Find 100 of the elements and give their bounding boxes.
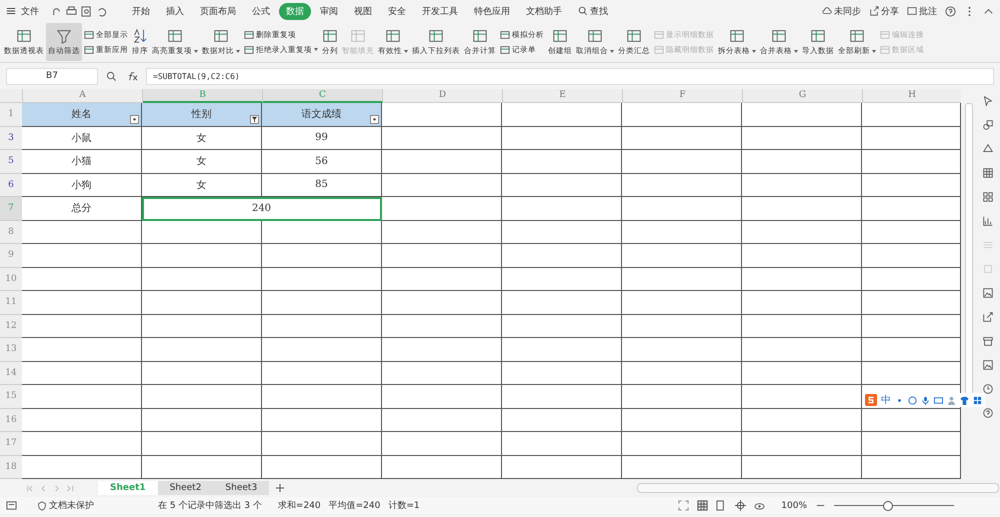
horizontal-scrollbar[interactable] — [637, 483, 1000, 493]
file-menu[interactable]: 文件 — [6, 4, 39, 18]
table-icon — [729, 28, 745, 44]
s-logo-icon[interactable] — [865, 394, 877, 406]
sheet-tab[interactable]: Sheet2 — [158, 481, 214, 495]
clock-icon[interactable] — [982, 383, 994, 395]
cell-text: 99 — [315, 132, 328, 144]
table-icon — [500, 44, 510, 54]
macro-icon[interactable] — [6, 500, 17, 511]
table-icon — [322, 28, 338, 44]
cell-text: 小猫 — [72, 154, 92, 168]
menu-tab[interactable]: 开始 — [125, 2, 157, 20]
share-button[interactable]: 分享 — [869, 4, 899, 18]
sync-button[interactable]: 未同步 — [822, 4, 861, 18]
cloud-icon — [822, 6, 832, 16]
table-icon — [84, 30, 94, 40]
preview-icon[interactable] — [81, 6, 92, 16]
formula-field[interactable]: =SUBTOTAL(9,C2:C6) — [146, 68, 994, 84]
fullscreen-icon[interactable] — [678, 500, 690, 511]
filter-button[interactable] — [370, 114, 379, 124]
cell-text: 小鼠 — [72, 132, 92, 145]
filter-button[interactable] — [250, 114, 259, 124]
cell-text: 女 — [196, 178, 206, 192]
menu-tab[interactable]: 安全 — [381, 2, 413, 20]
cell-text: 语文成绩 — [302, 108, 342, 122]
search-button[interactable]: 查找 — [571, 2, 615, 20]
grid-view-icon[interactable] — [697, 500, 708, 511]
shield-icon — [37, 500, 47, 510]
shapes-icon[interactable] — [982, 119, 994, 131]
table-icon — [500, 30, 510, 40]
menu-tab[interactable]: 文档助手 — [519, 2, 569, 20]
table-icon — [880, 30, 890, 40]
cell-text: 性别 — [192, 108, 212, 122]
table-icon — [167, 28, 183, 44]
count-status: 计数=1 — [388, 500, 420, 512]
menu-tab[interactable]: 开发工具 — [415, 2, 465, 20]
filter-status: 在 5 个记录中筛选出 3 个 — [158, 500, 262, 512]
cell-text: 姓名 — [72, 108, 92, 122]
search-icon — [578, 6, 588, 16]
box-icon[interactable] — [982, 335, 994, 347]
crosshair-icon[interactable] — [735, 500, 746, 511]
menu-tab[interactable]: 页面布局 — [193, 2, 243, 20]
menu-tab[interactable]: 审阅 — [313, 2, 345, 20]
column-header[interactable]: G — [743, 89, 863, 103]
caret-icon — [131, 116, 138, 122]
protection-status[interactable]: 文档未保护 — [37, 499, 94, 512]
grid-icon[interactable] — [982, 191, 994, 203]
picture-icon[interactable] — [982, 287, 994, 299]
help-icon[interactable] — [982, 407, 994, 419]
table-icon — [654, 30, 664, 40]
grid-icon[interactable] — [973, 396, 982, 404]
table-icon[interactable] — [982, 167, 994, 179]
table-icon — [810, 28, 826, 44]
column-header[interactable]: E — [503, 89, 623, 103]
printer-icon[interactable] — [66, 6, 77, 16]
sheet-tab[interactable]: Sheet3 — [213, 481, 270, 495]
row-header[interactable]: 3 — [0, 126, 22, 150]
help-icon[interactable] — [945, 6, 956, 16]
table-icon — [244, 44, 254, 54]
menu-tab[interactable]: 公式 — [245, 2, 277, 20]
zoom-level[interactable]: 100% — [781, 500, 807, 510]
column-header[interactable]: F — [623, 89, 743, 103]
comment-button[interactable]: 批注 — [907, 4, 937, 18]
table-icon — [626, 28, 642, 44]
share-icon[interactable] — [982, 311, 994, 323]
table-icon — [385, 28, 401, 44]
eye-icon[interactable] — [754, 500, 766, 511]
picture-icon[interactable] — [982, 359, 994, 371]
column-header[interactable]: D — [383, 89, 503, 103]
undo-icon[interactable] — [96, 6, 107, 16]
chart-icon[interactable] — [982, 215, 994, 227]
cell-text: 小狗 — [72, 178, 92, 192]
table-icon — [880, 44, 890, 54]
filter-icon — [251, 116, 258, 122]
cell-text: 总分 — [72, 202, 92, 216]
row-header[interactable]: 6 — [0, 174, 22, 197]
table-icon — [213, 28, 229, 44]
table-icon — [16, 28, 32, 44]
redo-icon[interactable] — [51, 6, 62, 16]
row-header[interactable]: 5 — [0, 150, 22, 174]
menu-tab[interactable]: 插入 — [159, 2, 191, 20]
average-status: 平均值=240 — [328, 500, 380, 512]
shirt-icon[interactable] — [960, 396, 969, 404]
sum-status: 求和=240 — [278, 500, 321, 512]
menu-tab[interactable]: 视图 — [347, 2, 379, 20]
cell-text: 女 — [196, 132, 206, 145]
menu-tab[interactable]: 特色应用 — [467, 2, 517, 20]
input-mode-button[interactable]: 中 — [881, 393, 891, 407]
slider-thumb[interactable] — [883, 500, 893, 510]
caret-icon — [371, 116, 378, 122]
add-icon[interactable] — [275, 483, 286, 493]
filter-button[interactable] — [130, 114, 139, 124]
menu-icon — [6, 6, 16, 16]
table-icon — [84, 44, 94, 54]
table-icon — [587, 28, 603, 44]
microphone-icon[interactable] — [921, 396, 930, 404]
cell-text: 240 — [252, 202, 272, 214]
name-box[interactable]: B7 — [6, 68, 98, 84]
cursor-icon[interactable] — [982, 95, 994, 107]
zoom-icon[interactable] — [106, 70, 117, 82]
